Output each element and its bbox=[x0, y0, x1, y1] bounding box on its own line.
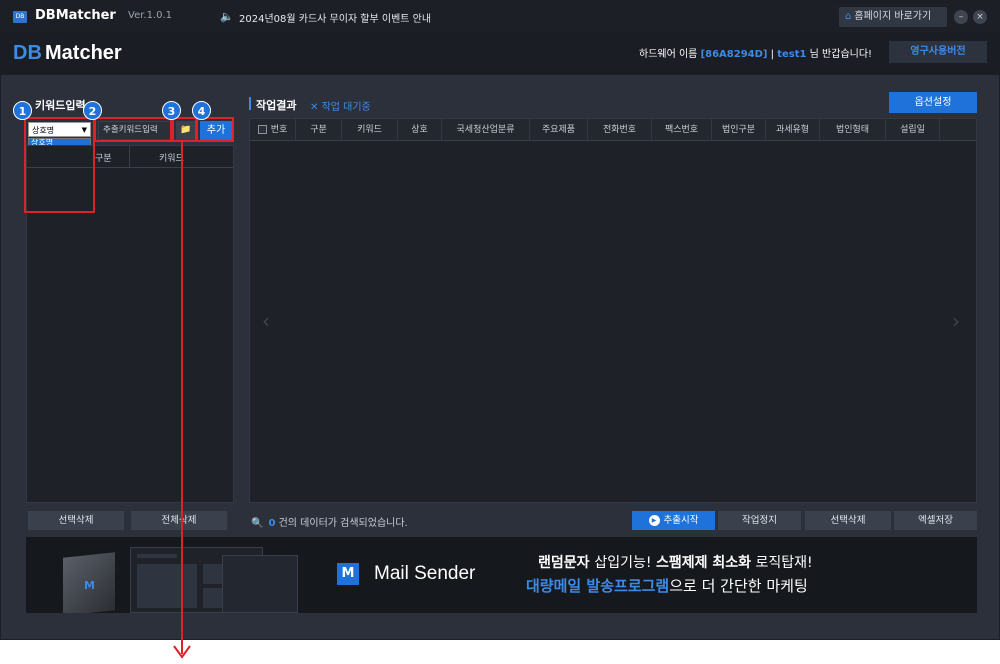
delete-selected-results-button[interactable]: 선택삭제 bbox=[805, 511, 891, 530]
hw-prefix: 하드웨어 이름 bbox=[639, 49, 701, 60]
speaker-icon: 🔈 bbox=[220, 10, 234, 23]
result-col-3[interactable]: 상호 bbox=[398, 119, 442, 141]
col-type: 구분 bbox=[95, 154, 112, 164]
annotation-badge-1: 1 bbox=[13, 101, 32, 120]
excel-save-button[interactable]: 엑셀저장 bbox=[894, 511, 977, 530]
close-button[interactable]: × bbox=[973, 10, 987, 24]
notice-link[interactable]: 2024년08월 카드사 무이자 할부 이벤트 안내 bbox=[239, 10, 431, 25]
col-divider bbox=[129, 146, 130, 168]
scroll-right-icon[interactable]: › bbox=[952, 309, 960, 333]
annotation-box-3 bbox=[172, 117, 197, 142]
result-col-10[interactable]: 법인형태 bbox=[820, 119, 886, 141]
search-icon: 🔍 bbox=[251, 518, 264, 529]
license-button[interactable]: 영구사용버전 bbox=[889, 41, 987, 63]
greeting: 님 반갑습니다! bbox=[806, 49, 873, 60]
start-extract-button[interactable]: ▶ 추출시작 bbox=[632, 511, 715, 530]
result-col-2[interactable]: 키워드 bbox=[342, 119, 398, 141]
result-col-label: 키워드 bbox=[357, 125, 382, 135]
mailsender-name: Mail Sender bbox=[374, 563, 476, 584]
result-col-label: 상호 bbox=[411, 125, 428, 135]
start-extract-label: 추출시작 bbox=[663, 515, 699, 526]
options-button[interactable]: 옵션설정 bbox=[889, 92, 977, 113]
app-logo-icon: DB bbox=[13, 11, 27, 23]
hardware-info: 하드웨어 이름 [86A8294D] | test1 님 반갑습니다! bbox=[639, 45, 872, 60]
minimize-button[interactable]: – bbox=[954, 10, 968, 24]
annotation-box-2 bbox=[94, 117, 172, 142]
result-col-label: 전화번호 bbox=[602, 125, 637, 135]
ad-banner[interactable]: M M Mail Sender 랜덤문자 삽입기능! 스팸제제 최소화 로직탑재… bbox=[26, 537, 977, 613]
result-col-label: 주요제품 bbox=[541, 125, 576, 135]
app-version: Ver.1.0.1 bbox=[128, 10, 173, 21]
result-col-6[interactable]: 전화번호 bbox=[588, 119, 652, 141]
annotation-box-1 bbox=[24, 117, 95, 213]
home-icon: ⌂ bbox=[845, 11, 852, 22]
homepage-label: 홈페이지 바로가기 bbox=[854, 11, 932, 22]
result-col-label: 번호 bbox=[270, 125, 288, 135]
banner-line-2-b: 으로 더 간단한 마케팅 bbox=[669, 577, 808, 595]
homepage-button[interactable]: ⌂ 홈페이지 바로가기 bbox=[839, 7, 947, 27]
result-col-11[interactable]: 설립일 bbox=[886, 119, 940, 141]
app-name: DBMatcher bbox=[35, 8, 116, 23]
result-col-label: 설립일 bbox=[900, 125, 925, 135]
delete-selected-keywords-button[interactable]: 선택삭제 bbox=[28, 511, 124, 530]
banner-line-1-b: 삽입기능! bbox=[594, 555, 656, 571]
banner-line-2: 대량메일 발송프로그램으로 더 간단한 마케팅 bbox=[526, 575, 808, 596]
result-col-label: 법인구분 bbox=[721, 125, 756, 135]
annotation-badge-3: 3 bbox=[162, 101, 181, 120]
delete-all-keywords-button[interactable]: 전체삭제 bbox=[131, 511, 227, 530]
product-screenshot-2 bbox=[222, 555, 298, 613]
annotation-box-4 bbox=[196, 117, 234, 142]
result-col-9[interactable]: 과세유형 bbox=[766, 119, 820, 141]
user-name: test1 bbox=[777, 49, 807, 60]
logo-matcher: Matcher bbox=[45, 42, 122, 64]
section-marker bbox=[249, 97, 251, 110]
banner-line-2-a: 대량메일 발송프로그램 bbox=[526, 577, 670, 595]
stop-button[interactable]: 작업정지 bbox=[718, 511, 801, 530]
banner-line-1-d: 로직탑재! bbox=[751, 555, 813, 571]
annotation-arrow-line bbox=[181, 140, 183, 654]
hw-sep: | bbox=[767, 49, 778, 60]
annotation-badge-2: 2 bbox=[83, 101, 102, 120]
result-col-label: 국세청산업분류 bbox=[456, 125, 515, 135]
title-bar: DB DBMatcher Ver.1.0.1 🔈 2024년08월 카드사 무이… bbox=[1, 1, 1000, 33]
result-col-0[interactable]: 번호 bbox=[250, 119, 296, 141]
keyword-input-title: 키워드입력 bbox=[35, 99, 86, 112]
logo-db: DB bbox=[13, 42, 42, 64]
work-status: ✕ 작업 대기중 bbox=[310, 102, 371, 113]
result-col-5[interactable]: 주요제품 bbox=[530, 119, 588, 141]
select-all-checkbox[interactable] bbox=[257, 125, 267, 134]
result-col-8[interactable]: 법인구분 bbox=[712, 119, 766, 141]
scroll-left-icon[interactable]: ‹ bbox=[262, 309, 270, 333]
annotation-badge-4: 4 bbox=[192, 101, 211, 120]
product-box-logo-icon: M bbox=[84, 579, 95, 592]
work-status-text: 작업 대기중 bbox=[321, 102, 371, 113]
annotation-arrow-icon bbox=[173, 645, 191, 659]
result-count: 🔍 0 건의 데이터가 검색되었습니다. bbox=[251, 514, 408, 529]
banner-line-1-a: 랜덤문자 bbox=[538, 555, 595, 571]
hw-id: [86A8294D] bbox=[700, 49, 768, 60]
banner-line-1-c: 스팸제제 최소화 bbox=[656, 555, 752, 571]
play-icon: ▶ bbox=[648, 515, 660, 526]
result-col-1[interactable]: 구분 bbox=[296, 119, 342, 141]
result-title: 작업결과 bbox=[256, 99, 297, 112]
result-col-label: 법인형태 bbox=[835, 125, 870, 135]
result-col-label: 과세유형 bbox=[775, 125, 810, 135]
result-col-7[interactable]: 팩스번호 bbox=[652, 119, 712, 141]
app-window: DB DBMatcher Ver.1.0.1 🔈 2024년08월 카드사 무이… bbox=[0, 0, 1000, 640]
result-col-4[interactable]: 국세청산업분류 bbox=[442, 119, 530, 141]
result-col-label: 팩스번호 bbox=[664, 125, 699, 135]
result-col-label: 구분 bbox=[310, 125, 327, 135]
mailsender-logo-icon: M bbox=[337, 563, 359, 585]
banner-line-1: 랜덤문자 삽입기능! 스팸제제 최소화 로직탑재! bbox=[538, 552, 813, 572]
header: DB Matcher 하드웨어 이름 [86A8294D] | test1 님 … bbox=[1, 33, 1000, 75]
result-grid[interactable]: 번호 구분 키워드 상호 국세청산업분류 주요제품 전화번호 팩스번호 법인구분 과세유형 법인형태… bbox=[249, 118, 977, 503]
result-count-suffix: 건의 데이터가 검색되었습니다. bbox=[275, 518, 408, 529]
result-grid-header: 번호 구분 키워드 상호 국세청산업분류 주요제품 전화번호 팩스번호 법인구분 과세유형 법인형태… bbox=[250, 119, 976, 141]
